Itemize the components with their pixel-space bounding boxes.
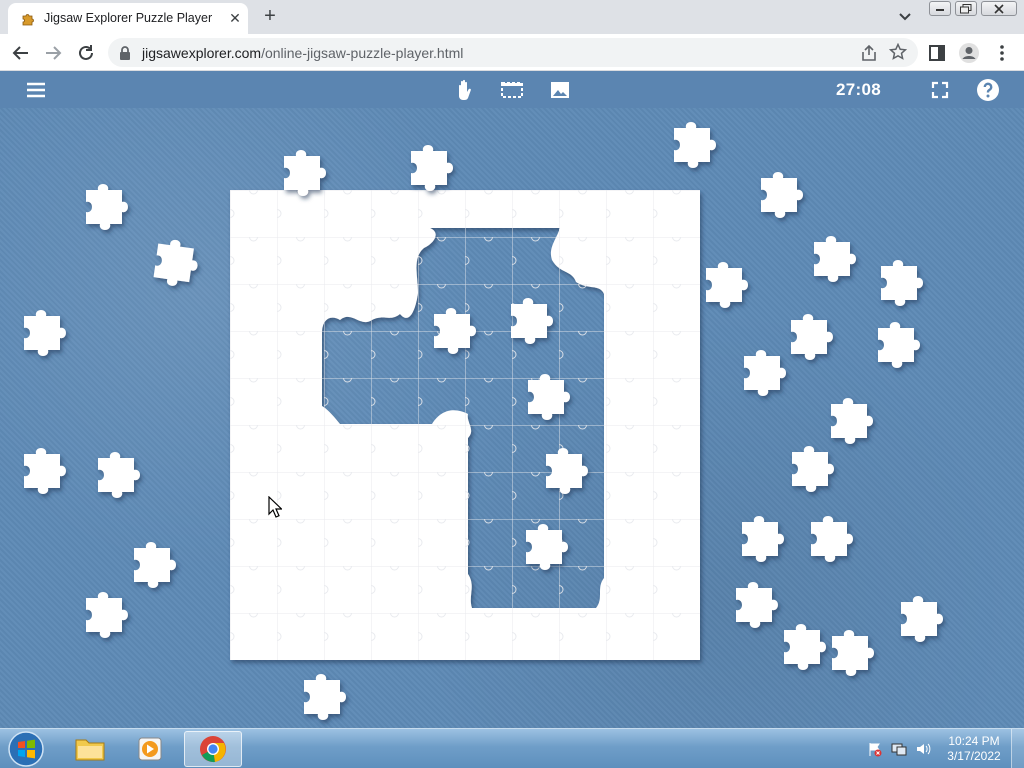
mouse-cursor-icon	[268, 496, 282, 518]
puzzle-piece[interactable]	[761, 172, 803, 218]
puzzle-piece[interactable]	[706, 262, 748, 308]
reload-button[interactable]	[73, 40, 99, 66]
puzzle-piece[interactable]	[546, 448, 588, 494]
minimize-button[interactable]	[929, 1, 951, 16]
taskbar-explorer[interactable]	[62, 731, 118, 767]
puzzle-piece[interactable]	[811, 516, 853, 562]
fullscreen-icon[interactable]	[928, 78, 952, 102]
puzzle-piece[interactable]	[878, 322, 920, 368]
volume-icon[interactable]	[915, 741, 931, 757]
url-host: jigsawexplorer.com	[142, 45, 262, 61]
puzzle-piece[interactable]	[814, 236, 856, 282]
puzzle-piece[interactable]	[434, 308, 476, 354]
lock-icon[interactable]	[118, 45, 132, 61]
browser-tab-strip: Jigsaw Explorer Puzzle Player ✕ +	[0, 0, 1024, 34]
puzzle-piece[interactable]	[901, 596, 943, 642]
puzzle-piece[interactable]	[134, 542, 176, 588]
url-text: jigsawexplorer.com/online-jigsaw-puzzle-…	[142, 45, 463, 61]
close-icon[interactable]: ✕	[226, 9, 244, 27]
hand-icon[interactable]	[453, 78, 477, 102]
taskbar-media-player[interactable]	[122, 731, 178, 767]
puzzle-piece[interactable]	[24, 310, 66, 356]
puzzle-piece[interactable]	[526, 524, 568, 570]
puzzle-piece[interactable]	[528, 374, 570, 420]
puzzle-piece[interactable]	[744, 350, 786, 396]
forward-button[interactable]	[40, 40, 66, 66]
puzzle-piece[interactable]	[86, 592, 128, 638]
address-bar: jigsawexplorer.com/online-jigsaw-puzzle-…	[0, 34, 1024, 71]
kebab-menu-icon[interactable]	[996, 44, 1008, 62]
reload-icon	[79, 45, 93, 60]
profile-icon[interactable]	[958, 42, 980, 64]
chrome-icon	[200, 736, 226, 763]
puzzle-piece[interactable]	[98, 452, 140, 498]
start-button[interactable]	[6, 730, 46, 768]
clock-time: 10:24 PM	[948, 734, 1000, 748]
puzzle-piece[interactable]	[742, 516, 784, 562]
puzzle-piece[interactable]	[784, 624, 826, 670]
plus-icon[interactable]: +	[258, 5, 282, 29]
back-icon	[12, 46, 28, 60]
forward-icon	[46, 46, 62, 60]
browser-tab[interactable]: Jigsaw Explorer Puzzle Player ✕	[8, 3, 248, 34]
puzzle-piece[interactable]	[152, 237, 201, 289]
puzzle-piece[interactable]	[411, 145, 453, 191]
puzzle-piece[interactable]	[881, 260, 923, 306]
action-center-flag-icon[interactable]	[867, 741, 883, 757]
hamburger-icon[interactable]	[24, 78, 48, 102]
select-box-icon[interactable]	[500, 78, 524, 102]
tab-title: Jigsaw Explorer Puzzle Player	[44, 11, 213, 25]
puzzle-grid	[230, 190, 700, 660]
puzzle-piece[interactable]	[736, 582, 778, 628]
window-close-button[interactable]	[981, 1, 1017, 16]
windows-taskbar: 10:24 PM 3/17/2022	[0, 728, 1024, 768]
taskbar-chrome[interactable]	[184, 731, 242, 767]
puzzle-piece[interactable]	[674, 122, 716, 168]
puzzle-canvas[interactable]	[0, 108, 1024, 728]
puzzle-piece[interactable]	[831, 398, 873, 444]
url-path: /online-jigsaw-puzzle-player.html	[261, 45, 464, 61]
puzzle-piece[interactable]	[511, 298, 553, 344]
puzzle-toolbar: 27:08	[0, 71, 1024, 108]
puzzle-table[interactable]	[0, 108, 1024, 728]
clock-date: 3/17/2022	[947, 749, 1001, 763]
puzzle-piece[interactable]	[24, 448, 66, 494]
star-icon[interactable]	[889, 43, 907, 61]
back-button[interactable]	[8, 40, 34, 66]
favicon-icon	[22, 14, 34, 26]
puzzle-piece[interactable]	[832, 630, 874, 676]
restore-button[interactable]	[955, 1, 977, 16]
puzzle-piece[interactable]	[791, 314, 833, 360]
puzzle-piece[interactable]	[86, 184, 128, 230]
folder-icon	[75, 739, 105, 761]
system-clock[interactable]: 10:24 PM 3/17/2022	[944, 734, 1004, 764]
url-field[interactable]: jigsawexplorer.com/online-jigsaw-puzzle-…	[108, 38, 918, 67]
share-icon[interactable]	[860, 44, 878, 62]
network-icon[interactable]	[891, 741, 907, 757]
image-icon[interactable]	[548, 78, 572, 102]
chevron-down-icon[interactable]	[893, 7, 917, 27]
timer: 27:08	[836, 80, 881, 99]
puzzle-piece[interactable]	[792, 446, 834, 492]
help-icon[interactable]	[976, 78, 1000, 102]
show-desktop-button[interactable]	[1011, 729, 1024, 768]
side-panel-icon[interactable]	[928, 44, 946, 62]
media-player-icon	[138, 737, 162, 761]
puzzle-piece[interactable]	[284, 150, 326, 196]
puzzle-piece[interactable]	[304, 674, 346, 720]
